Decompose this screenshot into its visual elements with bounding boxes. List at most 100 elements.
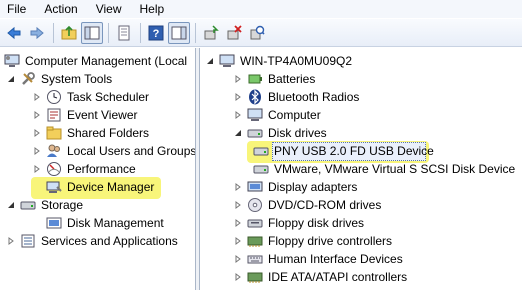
show-hide-console-tree-button[interactable] bbox=[81, 21, 103, 44]
tree-item-local-users-groups[interactable]: Local Users and Groups bbox=[32, 142, 196, 160]
tree-label: Task Scheduler bbox=[67, 90, 150, 104]
device-category-display-adapters[interactable]: Display adapters bbox=[233, 178, 357, 196]
menu-help[interactable]: Help bbox=[137, 2, 168, 16]
tree-label: Bluetooth Radios bbox=[268, 90, 360, 104]
expand-arrow-icon[interactable] bbox=[233, 182, 243, 192]
uninstall-device-button[interactable] bbox=[223, 22, 245, 44]
battery-icon bbox=[247, 71, 263, 87]
toolbar-separator bbox=[195, 22, 196, 43]
tree-item-device-manager[interactable]: Device Manager bbox=[46, 178, 154, 196]
update-driver-button[interactable] bbox=[200, 22, 222, 44]
collapse-arrow-icon[interactable] bbox=[205, 56, 215, 66]
tree-label: Disk drives bbox=[268, 126, 327, 140]
tree-item-task-scheduler[interactable]: Task Scheduler bbox=[32, 88, 149, 106]
tree-item-event-viewer[interactable]: Event Viewer bbox=[32, 106, 137, 124]
action-pane-icon bbox=[171, 26, 187, 39]
properties-button[interactable] bbox=[113, 22, 135, 44]
expand-arrow-icon[interactable] bbox=[233, 110, 243, 120]
hid-keyboard-icon bbox=[247, 251, 263, 267]
tools-icon bbox=[20, 71, 36, 87]
device-category-batteries[interactable]: Batteries bbox=[233, 70, 315, 88]
performance-gauge-icon bbox=[46, 161, 62, 177]
disk-management-icon bbox=[46, 215, 62, 231]
tree-label: DVD/CD-ROM drives bbox=[268, 198, 382, 212]
tree-label: VMware, VMware Virtual S SCSI Disk Devic… bbox=[274, 162, 516, 176]
tree-label: Floppy drive controllers bbox=[268, 234, 393, 248]
disk-drive-icon bbox=[253, 161, 269, 177]
device-manager-icon bbox=[46, 179, 62, 195]
expand-arrow-icon[interactable] bbox=[233, 200, 243, 210]
tree-item-shared-folders[interactable]: Shared Folders bbox=[32, 124, 149, 142]
expand-arrow-icon[interactable] bbox=[233, 272, 243, 282]
tree-item-storage[interactable]: Storage bbox=[6, 196, 83, 214]
tree-label: Device Manager bbox=[67, 180, 155, 194]
folder-up-icon bbox=[61, 25, 77, 39]
storage-icon bbox=[20, 197, 36, 213]
tree-label: Local Users and Groups bbox=[67, 144, 196, 158]
device-category-hid[interactable]: Human Interface Devices bbox=[233, 250, 403, 268]
menu-file[interactable]: File bbox=[4, 2, 29, 16]
scan-hardware-button[interactable] bbox=[246, 22, 268, 44]
device-category-computer[interactable]: Computer bbox=[233, 106, 321, 124]
expand-arrow-icon[interactable] bbox=[233, 254, 243, 264]
tree-label: PNY USB 2.0 FD USB Device bbox=[274, 144, 434, 158]
expand-arrow-icon[interactable] bbox=[32, 128, 42, 138]
device-category-dvd-rom[interactable]: DVD/CD-ROM drives bbox=[233, 196, 381, 214]
device-category-bluetooth[interactable]: Bluetooth Radios bbox=[233, 88, 359, 106]
menu-view[interactable]: View bbox=[93, 2, 125, 16]
expand-arrow-icon[interactable] bbox=[233, 74, 243, 84]
device-category-ide[interactable]: IDE ATA/ATAPI controllers bbox=[233, 268, 407, 286]
pane-splitter[interactable] bbox=[196, 48, 200, 290]
forward-arrow-icon bbox=[30, 26, 44, 39]
show-action-pane-button[interactable] bbox=[168, 21, 190, 44]
collapse-arrow-icon[interactable] bbox=[233, 128, 243, 138]
uninstall-icon bbox=[227, 24, 242, 39]
tree-item-computer-management[interactable]: Computer Management (Local bbox=[4, 52, 187, 70]
tree-label: Human Interface Devices bbox=[268, 252, 403, 266]
expand-arrow-icon[interactable] bbox=[32, 110, 42, 120]
expand-arrow-icon[interactable] bbox=[32, 146, 42, 156]
forward-button[interactable] bbox=[26, 22, 48, 44]
collapse-arrow-icon[interactable] bbox=[6, 200, 16, 210]
users-icon bbox=[46, 143, 62, 159]
floppy-disk-icon bbox=[247, 215, 263, 231]
computer-management-icon bbox=[4, 53, 20, 69]
svg-text:?: ? bbox=[153, 28, 160, 40]
toolbar-separator bbox=[140, 22, 141, 43]
toolbar: ? bbox=[0, 19, 522, 47]
expand-arrow-icon[interactable] bbox=[6, 236, 16, 246]
expand-arrow-icon[interactable] bbox=[233, 236, 243, 246]
tree-item-performance[interactable]: Performance bbox=[32, 160, 136, 178]
device-vmware-disk[interactable]: VMware, VMware Virtual S SCSI Disk Devic… bbox=[253, 160, 515, 178]
device-tree-root[interactable]: WIN-TP4A0MU09Q2 bbox=[205, 52, 352, 70]
expand-arrow-icon[interactable] bbox=[233, 92, 243, 102]
console-tree-icon bbox=[84, 26, 100, 39]
expand-arrow-icon[interactable] bbox=[233, 218, 243, 228]
expand-arrow-icon[interactable] bbox=[32, 164, 42, 174]
tree-item-disk-management[interactable]: Disk Management bbox=[46, 214, 164, 232]
expand-arrow-icon[interactable] bbox=[32, 92, 42, 102]
toolbar-separator bbox=[108, 22, 109, 43]
tree-label: Event Viewer bbox=[67, 108, 138, 122]
toolbar-separator bbox=[53, 22, 54, 43]
tree-label: Disk Management bbox=[67, 216, 164, 230]
help-button[interactable]: ? bbox=[145, 22, 167, 44]
device-category-floppy-disk[interactable]: Floppy disk drives bbox=[233, 214, 364, 232]
tree-label: IDE ATA/ATAPI controllers bbox=[268, 270, 408, 284]
tree-label: Display adapters bbox=[268, 180, 358, 194]
tree-item-services-applications[interactable]: Services and Applications bbox=[6, 232, 178, 250]
usb-drive-icon bbox=[253, 143, 269, 159]
computer-icon bbox=[219, 53, 235, 69]
help-icon: ? bbox=[148, 25, 164, 40]
tree-item-system-tools[interactable]: System Tools bbox=[6, 70, 112, 88]
device-category-disk-drives[interactable]: Disk drives bbox=[233, 124, 327, 142]
display-adapter-icon bbox=[247, 179, 263, 195]
properties-icon bbox=[118, 25, 130, 40]
device-category-floppy-controllers[interactable]: Floppy drive controllers bbox=[233, 232, 392, 250]
back-button[interactable] bbox=[3, 22, 25, 44]
scan-hardware-icon bbox=[250, 25, 265, 39]
collapse-arrow-icon[interactable] bbox=[6, 74, 16, 84]
menu-action[interactable]: Action bbox=[41, 2, 80, 16]
device-pny-usb[interactable]: PNY USB 2.0 FD USB Device bbox=[253, 142, 434, 160]
up-level-button[interactable] bbox=[58, 22, 80, 44]
